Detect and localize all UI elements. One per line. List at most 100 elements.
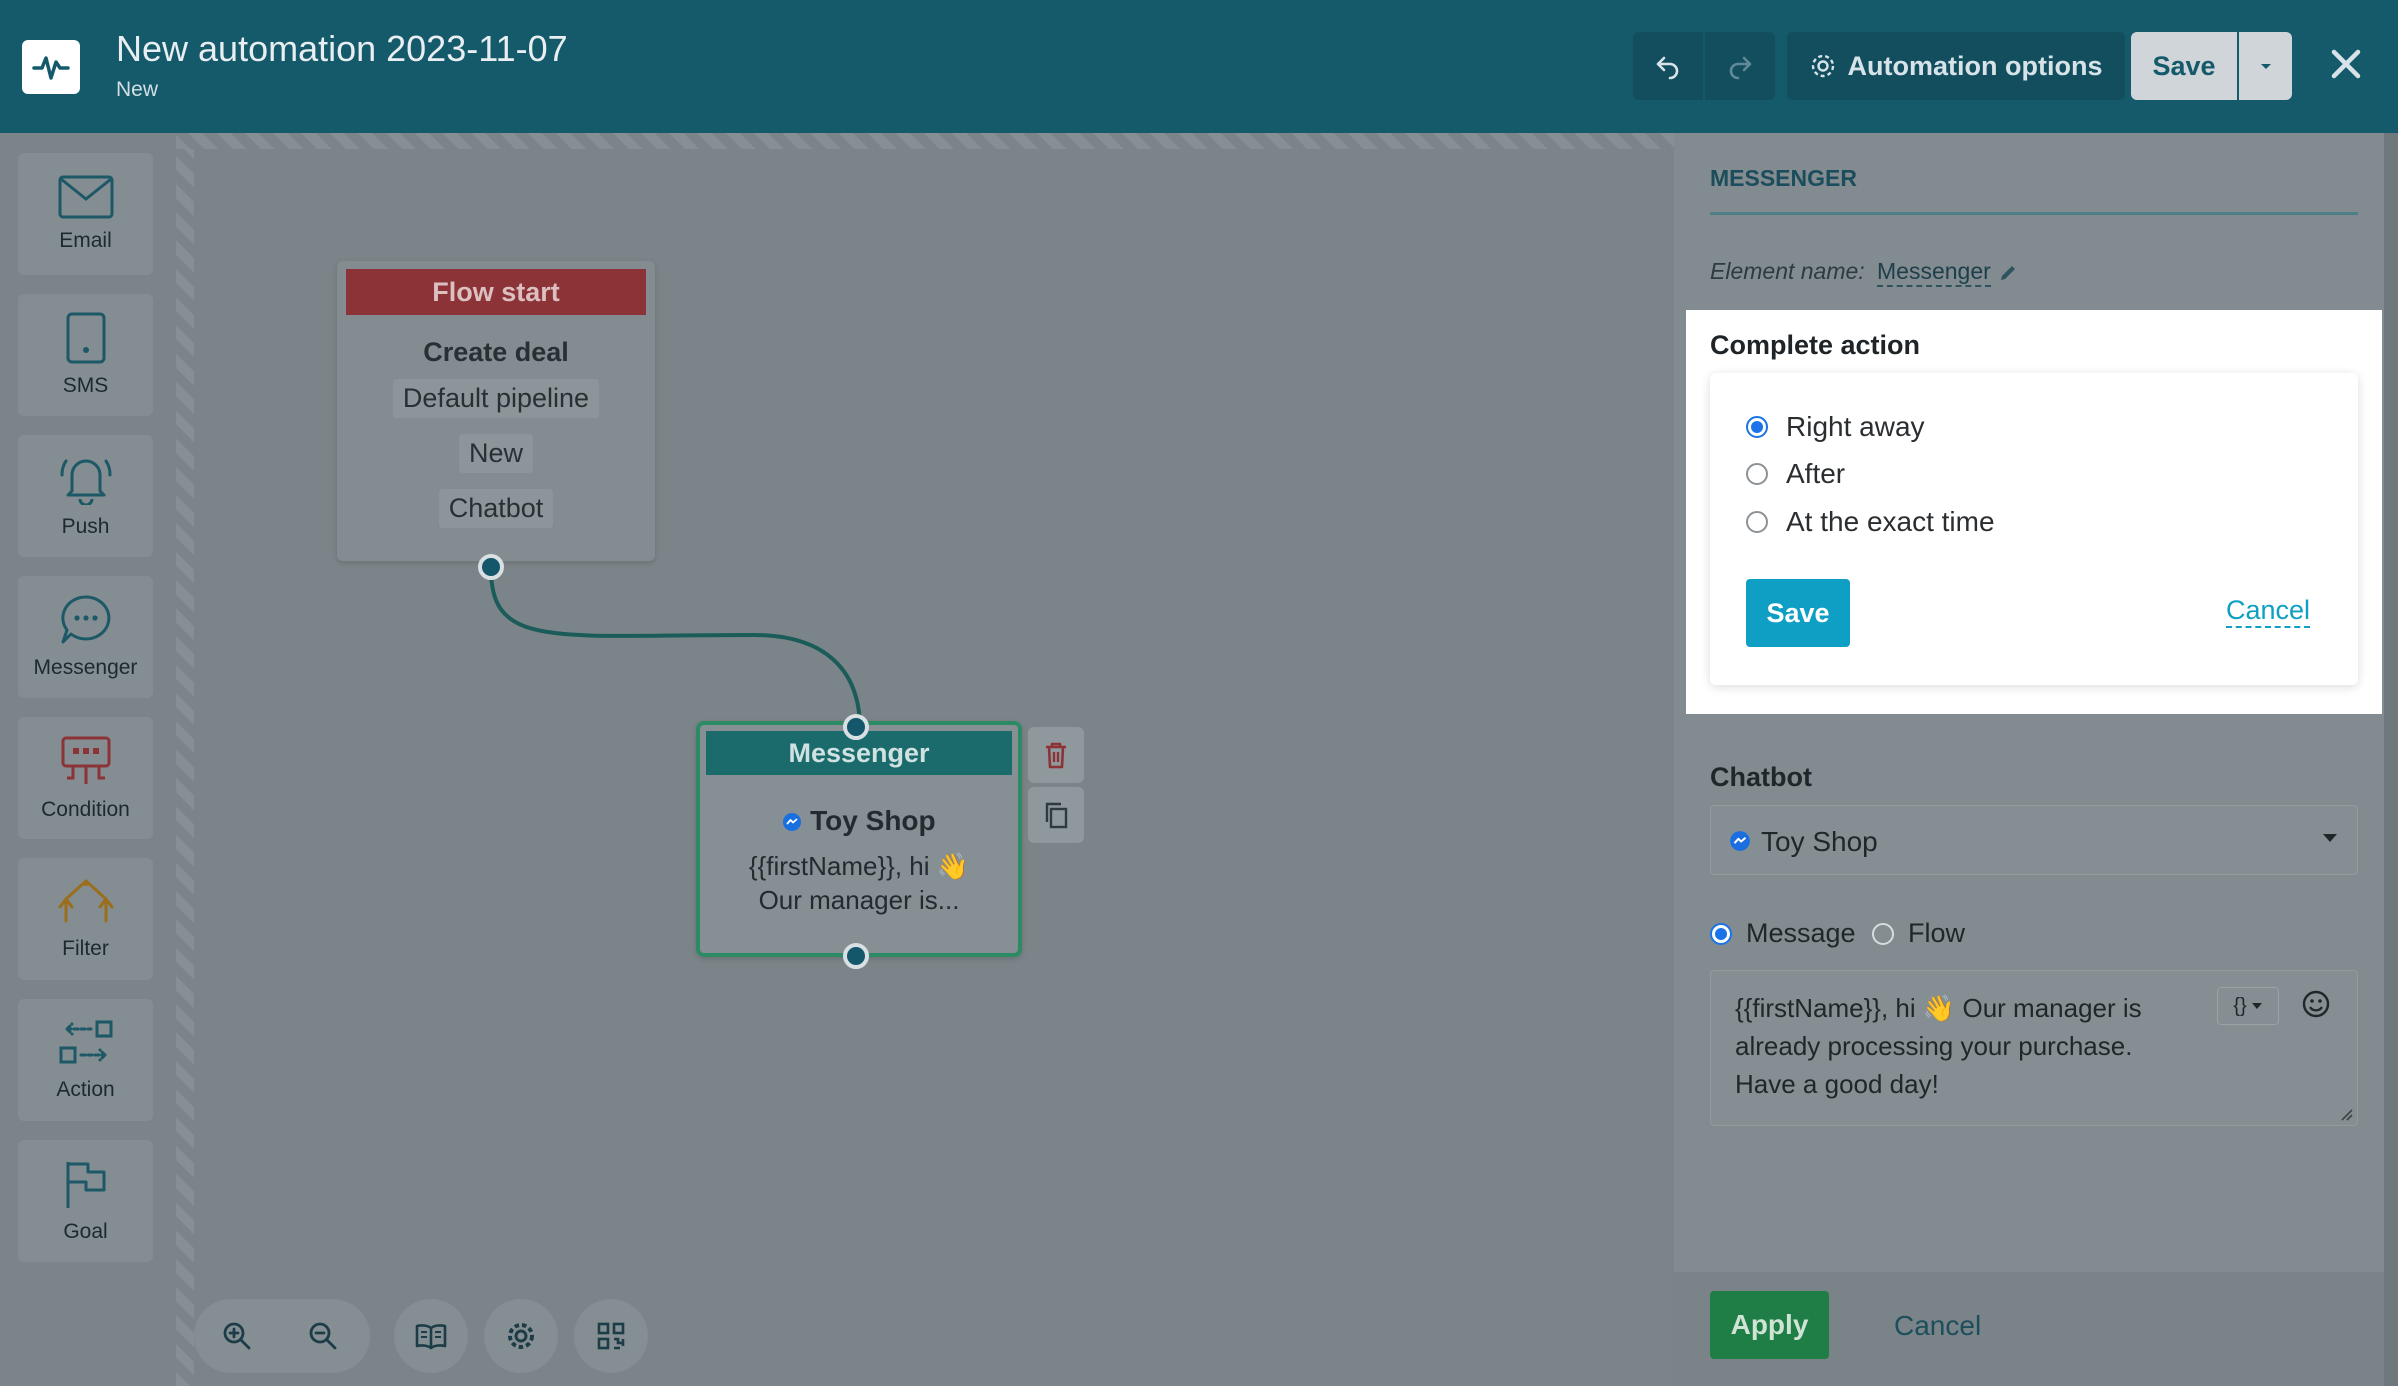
messenger-node[interactable]: Messenger Toy Shop {{firstName}}, hi 👋 O… xyxy=(696,721,1022,957)
complete-action-cancel-link[interactable]: Cancel xyxy=(2226,595,2311,628)
condition-icon xyxy=(61,736,110,784)
chatbot-label: Chatbot xyxy=(1710,762,1812,792)
emoji-icon[interactable] xyxy=(2301,989,2331,1019)
zoom-in-icon xyxy=(223,1322,251,1350)
zoom-out-button[interactable] xyxy=(280,1299,366,1373)
panel-tab-messenger[interactable]: MESSENGER xyxy=(1710,165,1857,192)
flow-start-node[interactable]: Flow start Create deal Default pipeline … xyxy=(337,261,655,561)
automation-options-label: Automation options xyxy=(1847,50,2103,81)
tool-messenger[interactable]: Messenger xyxy=(18,576,153,698)
close-icon xyxy=(2331,49,2361,79)
chatbot-select[interactable]: Toy Shop xyxy=(1710,805,2358,875)
flow-canvas[interactable]: Flow start Create deal Default pipeline … xyxy=(194,149,1674,1386)
zoom-in-button[interactable] xyxy=(194,1299,280,1373)
tool-action[interactable]: Action xyxy=(18,999,153,1121)
preview-line: Our manager is... xyxy=(758,885,960,915)
footer-cancel-link[interactable]: Cancel xyxy=(1894,1310,1981,1342)
envelope-icon xyxy=(58,175,113,219)
close-button[interactable] xyxy=(2318,36,2374,92)
delete-node-button[interactable] xyxy=(1028,727,1084,783)
chevron-down-icon xyxy=(2260,64,2271,69)
option-label: At the exact time xyxy=(1786,506,1995,537)
save-dropdown-button[interactable] xyxy=(2239,32,2292,100)
message-textarea[interactable]: {{firstName}}, hi 👋 Our manager is alrea… xyxy=(1710,970,2358,1126)
tool-filter[interactable]: Filter xyxy=(18,858,153,980)
complete-action-section: Complete action Right away After At the … xyxy=(1686,310,2382,714)
flow-start-action: Create deal xyxy=(423,337,569,367)
flow-start-tag: Default pipeline xyxy=(392,379,600,418)
automation-title[interactable]: New automation 2023-11-07 xyxy=(116,28,568,70)
output-port[interactable] xyxy=(843,943,869,969)
messenger-node-shop-name: Toy Shop xyxy=(810,805,936,836)
complete-action-title: Complete action xyxy=(1710,330,1921,360)
flow-start-title: Flow start xyxy=(346,269,646,315)
tool-label: Filter xyxy=(62,937,109,960)
radio-right-away[interactable] xyxy=(1746,416,1768,438)
tool-email[interactable]: Email xyxy=(18,153,153,275)
preview-line: {{firstName}}, hi 👋 xyxy=(748,851,970,881)
filter-icon xyxy=(58,879,113,923)
element-name-value[interactable]: Messenger xyxy=(1877,258,1991,287)
panel-tab-underline xyxy=(1710,212,2358,215)
element-name-label: Element name: xyxy=(1710,258,1865,284)
flag-icon xyxy=(66,1162,105,1208)
tool-goal[interactable]: Goal xyxy=(18,1140,153,1262)
chevron-down-icon xyxy=(2323,834,2337,842)
insert-variable-button[interactable]: {} xyxy=(2217,987,2279,1025)
grid-icon xyxy=(597,1322,625,1350)
redo-icon xyxy=(1729,56,1752,80)
tool-label: Push xyxy=(61,515,110,538)
tool-label: Messenger xyxy=(33,656,138,679)
top-bar: New automation 2023-11-07 New Automation… xyxy=(0,0,2398,133)
tool-condition[interactable]: Condition xyxy=(18,717,153,839)
pulse-icon[interactable] xyxy=(22,40,80,94)
undo-icon xyxy=(1656,56,1679,80)
input-port[interactable] xyxy=(843,714,869,740)
tool-sms[interactable]: SMS xyxy=(18,294,153,416)
pencil-icon[interactable] xyxy=(1998,263,2018,283)
trash-icon xyxy=(1046,742,1066,769)
save-button[interactable]: Save xyxy=(2131,32,2237,100)
radio-flow[interactable] xyxy=(1872,922,1894,945)
tool-label: Action xyxy=(56,1078,115,1101)
chat-bubble-icon xyxy=(60,595,110,644)
complete-action-save-button[interactable]: Save xyxy=(1746,579,1850,647)
canvas-settings-button[interactable] xyxy=(484,1299,558,1373)
chevron-down-icon xyxy=(2251,1003,2262,1009)
element-name-text: Messenger xyxy=(1877,258,1991,284)
messenger-node-shop: Toy Shop xyxy=(700,805,1018,837)
chatbot-selected-value: Toy Shop xyxy=(1761,826,1878,857)
tool-label: Email xyxy=(59,229,112,252)
messenger-logo-icon xyxy=(783,813,802,831)
option-after[interactable]: After xyxy=(1746,458,1845,490)
canvas-border xyxy=(176,133,194,1386)
radio-after[interactable] xyxy=(1746,463,1768,485)
option-exact-time[interactable]: At the exact time xyxy=(1746,506,1995,538)
duplicate-node-button[interactable] xyxy=(1028,787,1084,843)
book-icon xyxy=(415,1324,447,1350)
output-port[interactable] xyxy=(478,554,504,580)
option-right-away[interactable]: Right away xyxy=(1746,411,1925,443)
flow-start-tag: Chatbot xyxy=(438,489,554,528)
radio-exact-time[interactable] xyxy=(1746,511,1768,533)
automation-options-button[interactable]: Automation options xyxy=(1787,32,2125,100)
gear-icon xyxy=(1811,54,1834,78)
tool-label: SMS xyxy=(62,374,109,397)
redo-button[interactable] xyxy=(1705,32,1775,100)
automation-status: New xyxy=(116,78,159,101)
resize-handle-icon[interactable] xyxy=(2340,1108,2354,1122)
mode-label: Message xyxy=(1746,918,1856,948)
mode-message-option[interactable]: Message xyxy=(1710,918,1856,949)
mode-flow-option[interactable]: Flow xyxy=(1872,918,1965,949)
guide-button[interactable] xyxy=(394,1299,468,1373)
minimap-button[interactable] xyxy=(574,1299,648,1373)
radio-message[interactable] xyxy=(1710,922,1732,945)
messenger-node-preview: {{firstName}}, hi 👋 Our manager is... xyxy=(700,849,1018,917)
tool-push[interactable]: Push xyxy=(18,435,153,557)
zoom-out-icon xyxy=(309,1322,337,1350)
apply-button[interactable]: Apply xyxy=(1710,1291,1829,1359)
copy-icon xyxy=(1045,802,1068,829)
panel-scrollbar[interactable] xyxy=(2384,133,2398,1386)
gear-icon xyxy=(508,1323,534,1349)
undo-button[interactable] xyxy=(1633,32,1703,100)
